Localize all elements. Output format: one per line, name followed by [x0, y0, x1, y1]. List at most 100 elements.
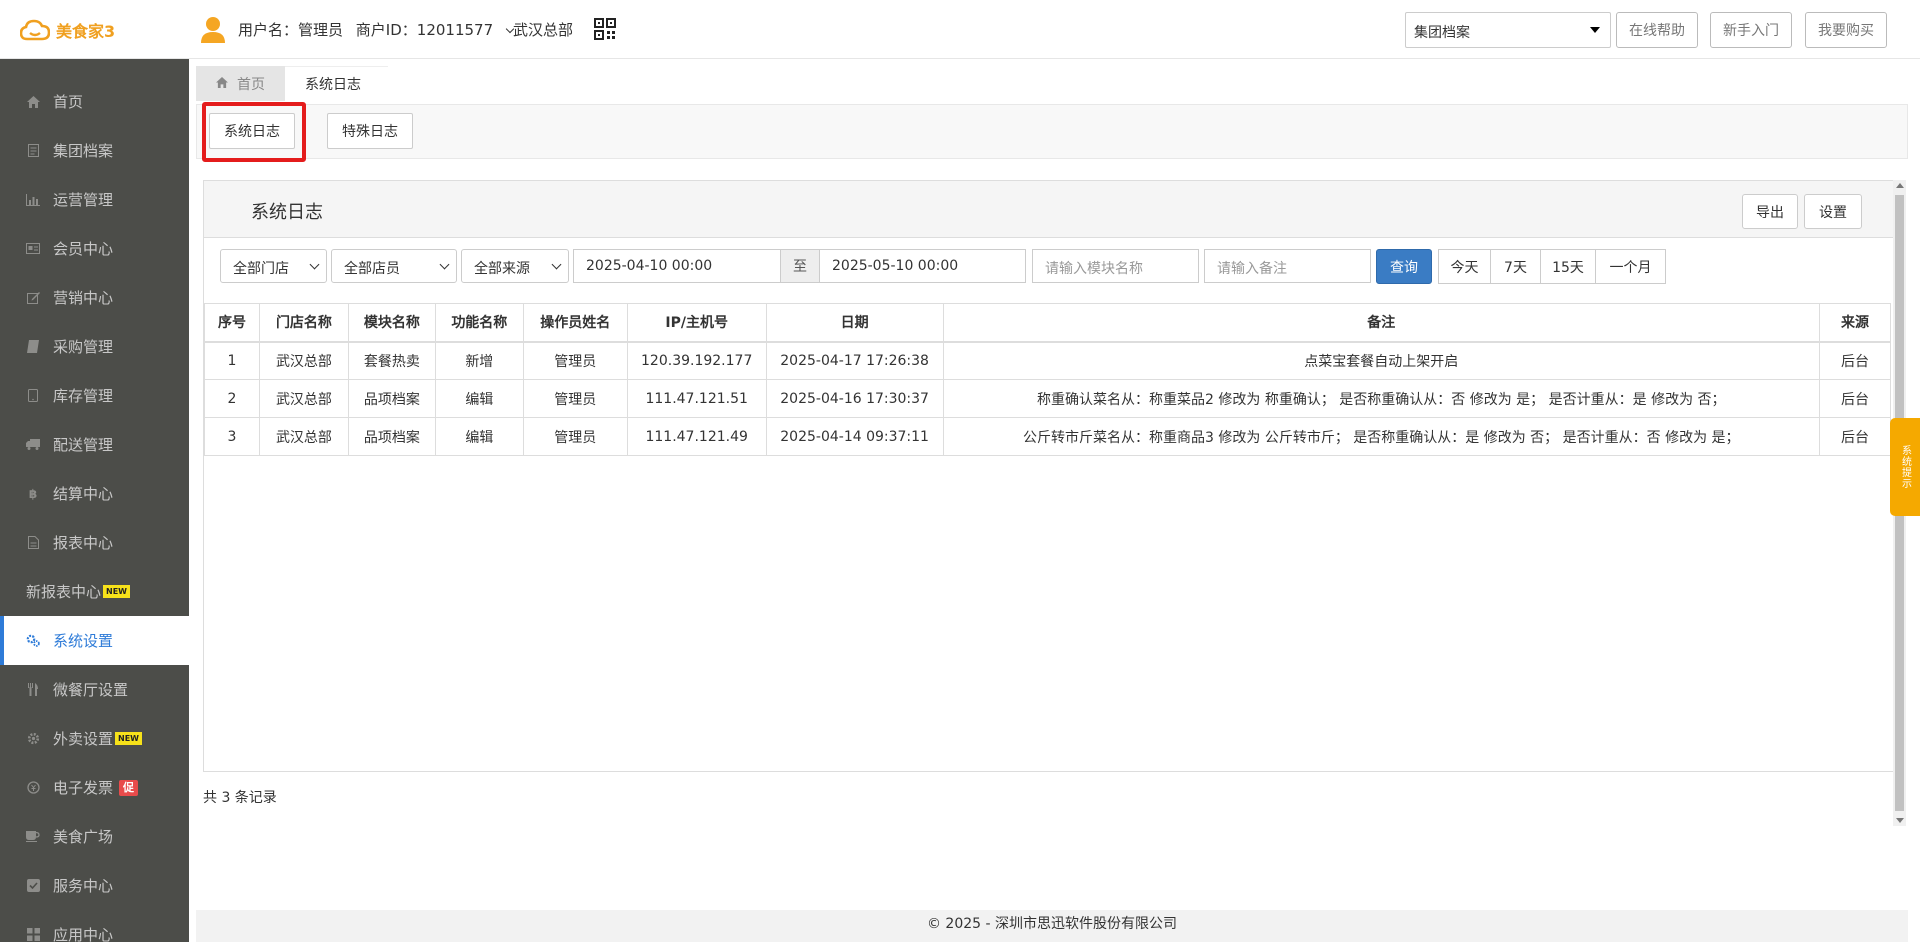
sidebar-item-label: 微餐厅设置: [53, 681, 129, 699]
edit-icon: [26, 291, 40, 305]
user-avatar-icon[interactable]: [200, 16, 226, 44]
top-header: 美食家3 用户名：管理员 商户ID：12011577 武汉总部 集团档案 在线帮…: [0, 0, 1920, 59]
cloud-logo-icon: [20, 19, 50, 40]
sidebar-item-label: 库存管理: [53, 387, 114, 405]
sidebar-item-settlement[interactable]: ฿ 结算中心: [0, 469, 189, 518]
bitcoin-icon: ฿: [28, 486, 38, 501]
invoice-icon: [26, 781, 40, 795]
buy-button[interactable]: 我要购买: [1805, 12, 1887, 48]
sidebar-item-app-center[interactable]: 应用中心: [0, 910, 189, 942]
sub-nav: 系统日志 特殊日志: [196, 104, 1908, 159]
new-badge: NEW: [115, 732, 142, 745]
sidebar-item-new-reports[interactable]: 新报表中心 NEW: [0, 567, 189, 616]
logo[interactable]: 美食家3: [0, 0, 189, 59]
cutlery-icon: [26, 683, 40, 697]
range-month-button[interactable]: 一个月: [1595, 249, 1666, 284]
col-header: 来源: [1818, 303, 1892, 343]
home-icon: [26, 95, 40, 109]
store-select[interactable]: 全部门店: [220, 249, 327, 283]
special-log-button[interactable]: 特殊日志: [327, 113, 413, 149]
cell-remark: 称重确认菜名从：称重菜品2 修改为 称重确认； 是否称重确认从：否 修改为 是；…: [942, 379, 1820, 418]
sidebar-item-food-plaza[interactable]: 美食广场: [0, 812, 189, 861]
sidebar-item-reports[interactable]: 报表中心: [0, 518, 189, 567]
sidebar-item-label: 服务中心: [53, 877, 114, 895]
sidebar-item-marketing[interactable]: 营销中心: [0, 273, 189, 322]
query-button[interactable]: 查询: [1376, 249, 1432, 284]
group-archive-select[interactable]: 集团档案: [1405, 12, 1611, 48]
sidebar-item-group-archive[interactable]: 集团档案: [0, 126, 189, 175]
scroll-down-arrow-icon[interactable]: [1896, 818, 1904, 823]
date-from-input[interactable]: 2025-04-10 00:00: [573, 249, 781, 283]
col-header: 模块名称: [347, 303, 436, 343]
cell-operator: 管理员: [522, 417, 628, 456]
cell-module: 品项档案: [347, 379, 436, 418]
cell-remark: 点菜宝套餐自动上架开启: [942, 341, 1820, 380]
sidebar-item-label: 营销中心: [53, 289, 114, 307]
scroll-up-arrow-icon[interactable]: [1896, 183, 1904, 188]
remark-input[interactable]: 请输入备注: [1204, 249, 1371, 283]
sidebar-item-member[interactable]: 会员中心: [0, 224, 189, 273]
user-info: 用户名：管理员 商户ID：12011577: [238, 19, 521, 40]
sidebar-item-e-invoice[interactable]: 电子发票 促: [0, 763, 189, 812]
col-header: 序号: [204, 303, 260, 343]
sidebar-item-delivery[interactable]: 配送管理: [0, 420, 189, 469]
sidebar-item-label: 集团档案: [53, 142, 114, 160]
col-header: 功能名称: [434, 303, 524, 343]
merchant-id-dropdown[interactable]: 商户ID：12011577: [356, 21, 515, 39]
date-range-group: 今天 7天 15天 一个月: [1438, 249, 1666, 284]
cell-date: 2025-04-14 09:37:11: [765, 417, 944, 456]
panel-header: 系统日志 导出 设置: [204, 181, 1900, 238]
tab-system-log[interactable]: 系统日志: [285, 66, 388, 101]
newbie-guide-button[interactable]: 新手入门: [1710, 12, 1792, 48]
table-header-row: 序号 门店名称 模块名称 功能名称 操作员姓名 IP/主机号 日期 备注 来源: [204, 303, 1892, 343]
cell-index: 1: [204, 341, 260, 380]
sidebar-item-service-center[interactable]: 服务中心: [0, 861, 189, 910]
sidebar-item-micro-restaurant[interactable]: 微餐厅设置: [0, 665, 189, 714]
sidebar-item-purchase[interactable]: 采购管理: [0, 322, 189, 371]
cell-store: 武汉总部: [258, 379, 349, 418]
truck-icon: [26, 438, 40, 452]
date-to-input[interactable]: 2025-05-10 00:00: [819, 249, 1026, 283]
module-name-input[interactable]: 请输入模块名称: [1032, 249, 1199, 283]
sidebar-item-home[interactable]: 首页: [0, 77, 189, 126]
range-15days-button[interactable]: 15天: [1540, 249, 1596, 284]
cell-store: 武汉总部: [258, 417, 349, 456]
staff-select[interactable]: 全部店员: [331, 249, 457, 283]
chevron-down-icon: [309, 259, 320, 270]
store-select-value: 全部门店: [233, 261, 289, 277]
cell-date: 2025-04-16 17:30:37: [765, 379, 944, 418]
sidebar-item-inventory[interactable]: 库存管理: [0, 371, 189, 420]
qr-code-icon[interactable]: [594, 18, 616, 40]
range-7days-button[interactable]: 7天: [1490, 249, 1541, 284]
log-panel: 系统日志 导出 设置 全部门店 全部店员 全部来源 2025-04-10 00:…: [203, 180, 1901, 772]
tab-home[interactable]: 首页: [196, 66, 285, 101]
sidebar-item-takeaway-settings[interactable]: 外卖设置 NEW: [0, 714, 189, 763]
export-button[interactable]: 导出: [1742, 194, 1798, 229]
table-row[interactable]: 1 武汉总部 套餐热卖 新增 管理员 120.39.192.177 2025-0…: [204, 341, 1892, 380]
settings-button[interactable]: 设置: [1804, 194, 1862, 229]
sidebar-item-system-settings[interactable]: 系统设置: [0, 616, 189, 665]
system-tip-tab[interactable]: 系统提示: [1890, 418, 1920, 516]
cell-store: 武汉总部: [258, 341, 349, 380]
tab-home-label: 首页: [237, 76, 265, 93]
cell-remark: 公斤转市斤菜名从：称重商品3 修改为 公斤转市斤； 是否称重确认从：是 修改为 …: [942, 417, 1820, 456]
range-today-button[interactable]: 今天: [1438, 249, 1491, 284]
staff-select-value: 全部店员: [344, 261, 400, 277]
apps-icon: [26, 928, 40, 942]
cell-index: 2: [204, 379, 260, 418]
system-log-button[interactable]: 系统日志: [209, 113, 295, 149]
table-row[interactable]: 2 武汉总部 品项档案 编辑 管理员 111.47.121.51 2025-04…: [204, 379, 1892, 418]
store-name[interactable]: 武汉总部: [513, 19, 573, 40]
table-row[interactable]: 3 武汉总部 品项档案 编辑 管理员 111.47.121.49 2025-04…: [204, 417, 1892, 456]
online-help-button[interactable]: 在线帮助: [1616, 12, 1698, 48]
chevron-down-icon: [551, 259, 562, 270]
cell-module: 品项档案: [347, 417, 436, 456]
source-select[interactable]: 全部来源: [461, 249, 569, 283]
sidebar: 首页 集团档案 运营管理 会员中心 营销中心 采购管理 库存管理 配送管理 ฿ …: [0, 59, 189, 942]
group-select-value: 集团档案: [1414, 25, 1470, 41]
bar-chart-icon: [26, 193, 40, 207]
sidebar-item-operations[interactable]: 运营管理: [0, 175, 189, 224]
logo-text: 美食家3: [56, 21, 116, 41]
cell-module: 套餐热卖: [347, 341, 436, 380]
log-table: 序号 门店名称 模块名称 功能名称 操作员姓名 IP/主机号 日期 备注 来源 …: [204, 303, 1892, 456]
